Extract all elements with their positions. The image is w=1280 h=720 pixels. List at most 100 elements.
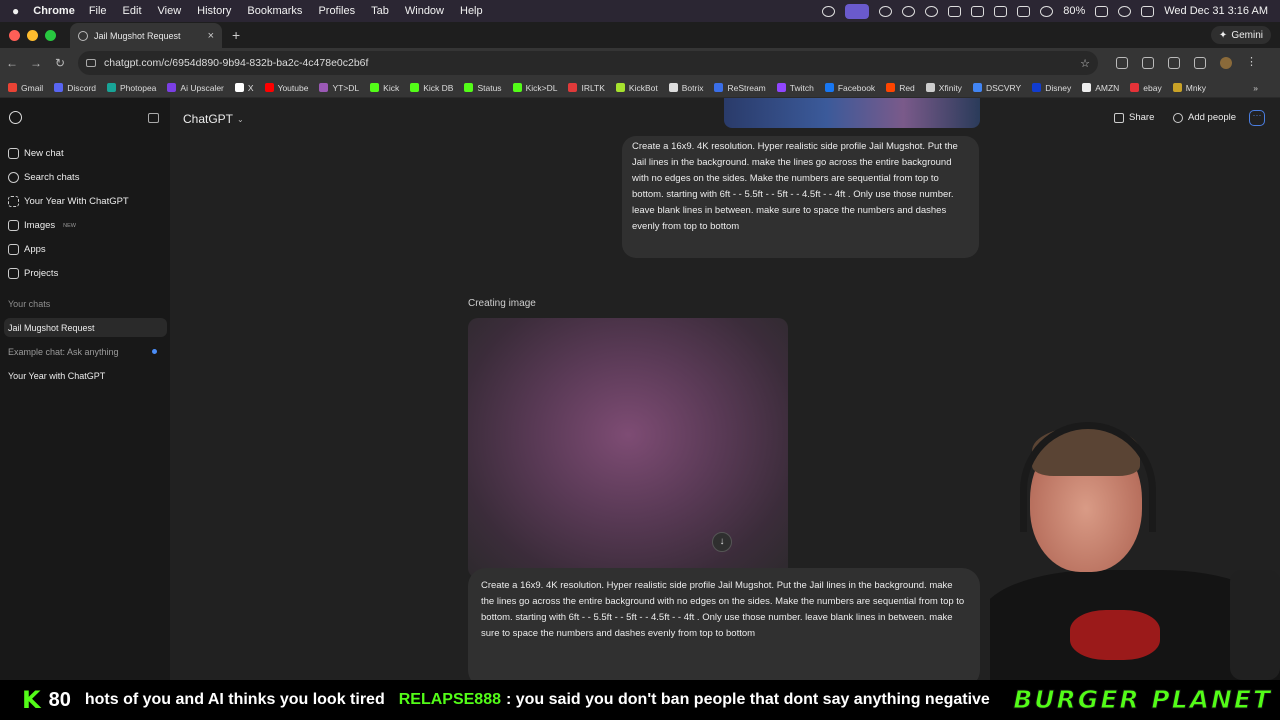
display-icon[interactable]: [971, 5, 985, 17]
more-options-icon[interactable]: ···: [1249, 110, 1265, 126]
menu-window[interactable]: Window: [405, 5, 444, 17]
bookmark-item[interactable]: Photopea: [107, 83, 156, 93]
reload-icon[interactable]: ↻: [48, 56, 72, 70]
site-settings-icon[interactable]: [86, 59, 96, 67]
extension-badge-icon[interactable]: [1116, 57, 1128, 69]
your-chats-heading: Your chats: [8, 299, 51, 309]
scroll-down-arrow-icon[interactable]: ↓: [712, 532, 732, 552]
bookmark-item[interactable]: Gmail: [8, 83, 43, 93]
clock-icon[interactable]: [902, 5, 916, 17]
battery-icon[interactable]: [1095, 5, 1109, 17]
bookmark-item[interactable]: X: [234, 83, 254, 93]
download-icon[interactable]: [1194, 57, 1206, 69]
menu-file[interactable]: File: [89, 5, 107, 17]
chatgpt-logo-icon[interactable]: [9, 111, 22, 124]
control-center-icon[interactable]: [1141, 5, 1155, 17]
extensions-puzzle-icon[interactable]: [1142, 57, 1154, 69]
bookmark-item[interactable]: Kick DB: [410, 83, 453, 93]
menu-profiles[interactable]: Profiles: [318, 5, 355, 17]
share-button[interactable]: Share: [1114, 112, 1154, 123]
profile-avatar[interactable]: [1220, 57, 1232, 69]
bookmark-item[interactable]: Twitch: [776, 83, 814, 93]
spotlight-icon[interactable]: [1118, 5, 1132, 17]
bookmark-item[interactable]: ReStream: [714, 82, 766, 93]
bookmark-item[interactable]: YT>DL: [319, 83, 359, 93]
chat-item-your-year[interactable]: Your Year with ChatGPT: [8, 371, 105, 381]
address-bar[interactable]: chatgpt.com/c/6954d890-9b94-832b-ba2c-4c…: [78, 51, 1098, 75]
close-window-button[interactable]: [9, 29, 20, 41]
grid-icon[interactable]: [879, 5, 893, 17]
bookmark-item[interactable]: AMZN: [1082, 83, 1119, 93]
new-tab-button[interactable]: +: [232, 27, 240, 43]
tab-title: Jail Mugshot Request: [94, 31, 181, 41]
bookmark-item[interactable]: Discord: [54, 83, 96, 93]
bookmark-label: Xfinity: [938, 82, 962, 93]
previous-image-thumbnail[interactable]: [724, 98, 980, 128]
menu-bookmarks[interactable]: Bookmarks: [247, 5, 302, 17]
minimize-window-button[interactable]: [27, 29, 38, 41]
bookmark-item[interactable]: Youtube: [264, 83, 308, 93]
apple-icon[interactable]: ●: [12, 4, 19, 18]
menu-help[interactable]: Help: [460, 5, 483, 17]
bookmark-favicon-icon: [615, 83, 625, 92]
zoom-window-button[interactable]: [45, 29, 56, 41]
apps-grid-icon: [8, 244, 19, 255]
bookmarks-overflow-icon[interactable]: »: [1253, 83, 1258, 93]
bookmark-item[interactable]: Disney: [1032, 83, 1071, 93]
ticker-message: hots of you and AI thinks you look tired: [84, 691, 385, 708]
sidebar-item-your-year[interactable]: Your Year With ChatGPT: [8, 196, 129, 207]
bookmark-item[interactable]: Facebook: [824, 83, 875, 93]
menubar-clock[interactable]: Wed Dec 31 3:16 AM: [1164, 5, 1268, 17]
tab-active[interactable]: Jail Mugshot Request ×: [70, 23, 222, 49]
menu-edit[interactable]: Edit: [123, 5, 142, 17]
bookmark-label: IRLTK: [581, 82, 605, 93]
bookmark-item[interactable]: Ai Upscaler: [167, 83, 224, 93]
forward-arrow-icon[interactable]: →: [24, 56, 48, 70]
sidebar-item-label: Apps: [24, 244, 46, 255]
message-composer[interactable]: Create a 16x9. 4K resolution. Hyper real…: [468, 568, 980, 680]
sidebar-item-apps[interactable]: Apps: [8, 244, 46, 255]
bookmark-item[interactable]: Red: [886, 83, 915, 93]
menu-app-name[interactable]: Chrome: [33, 5, 75, 17]
bookmark-item[interactable]: DSCVRY: [972, 83, 1021, 93]
sidebar-toggle-icon[interactable]: [148, 113, 159, 123]
back-arrow-icon[interactable]: ←: [0, 56, 24, 70]
volume-icon[interactable]: [948, 5, 962, 17]
bookmark-label: ReStream: [727, 82, 766, 93]
menu-view[interactable]: View: [158, 5, 182, 17]
monitor-icon[interactable]: [994, 5, 1008, 17]
wifi-icon[interactable]: [1040, 5, 1054, 17]
add-people-button[interactable]: Add people: [1173, 112, 1236, 123]
chat-item-jail-mugshot[interactable]: Jail Mugshot Request: [4, 318, 167, 337]
bookmark-item[interactable]: Botrix: [668, 83, 703, 93]
url-text[interactable]: chatgpt.com/c/6954d890-9b94-832b-ba2c-4c…: [104, 57, 368, 69]
bookmark-item[interactable]: Status: [464, 83, 502, 93]
gemini-button[interactable]: ✦ Gemini: [1210, 26, 1271, 44]
menu-history[interactable]: History: [197, 5, 231, 17]
sidebar-item-new-chat[interactable]: New chat: [8, 148, 64, 159]
bluetooth-icon[interactable]: [1017, 5, 1031, 17]
tab-strip: Jail Mugshot Request × + ✦ Gemini: [0, 22, 1280, 49]
model-selector[interactable]: ChatGPT ⌄: [183, 112, 244, 126]
cast-icon[interactable]: [1168, 57, 1180, 69]
composer-input-text[interactable]: Create a 16x9. 4K resolution. Hyper real…: [481, 580, 964, 639]
bookmark-item[interactable]: Kick: [370, 83, 399, 93]
bookmark-label: YT>DL: [332, 82, 360, 93]
tab-close-icon[interactable]: ×: [208, 30, 214, 42]
chrome-menu-icon[interactable]: ⋮: [1246, 57, 1258, 69]
sidebar-item-projects[interactable]: Projects: [8, 268, 58, 279]
bookmark-item[interactable]: IRLTK: [568, 82, 605, 93]
bookmark-star-icon[interactable]: ☆: [1080, 57, 1090, 70]
stage-manager-icon[interactable]: [845, 3, 870, 19]
play-icon[interactable]: [925, 5, 939, 17]
sidebar-item-search-chats[interactable]: Search chats: [8, 172, 79, 183]
bookmark-item[interactable]: Xfinity: [925, 82, 962, 93]
bookmark-item[interactable]: Mnky: [1172, 83, 1206, 93]
bookmark-item[interactable]: Kick>DL: [512, 83, 557, 93]
screen-record-icon[interactable]: [822, 5, 836, 17]
bookmark-item[interactable]: KickBot: [615, 83, 658, 93]
sidebar-item-images[interactable]: Images NEW: [8, 220, 76, 231]
chat-item-example[interactable]: Example chat: Ask anything: [8, 347, 119, 357]
menu-tab[interactable]: Tab: [371, 5, 389, 17]
bookmark-item[interactable]: ebay: [1130, 83, 1162, 93]
